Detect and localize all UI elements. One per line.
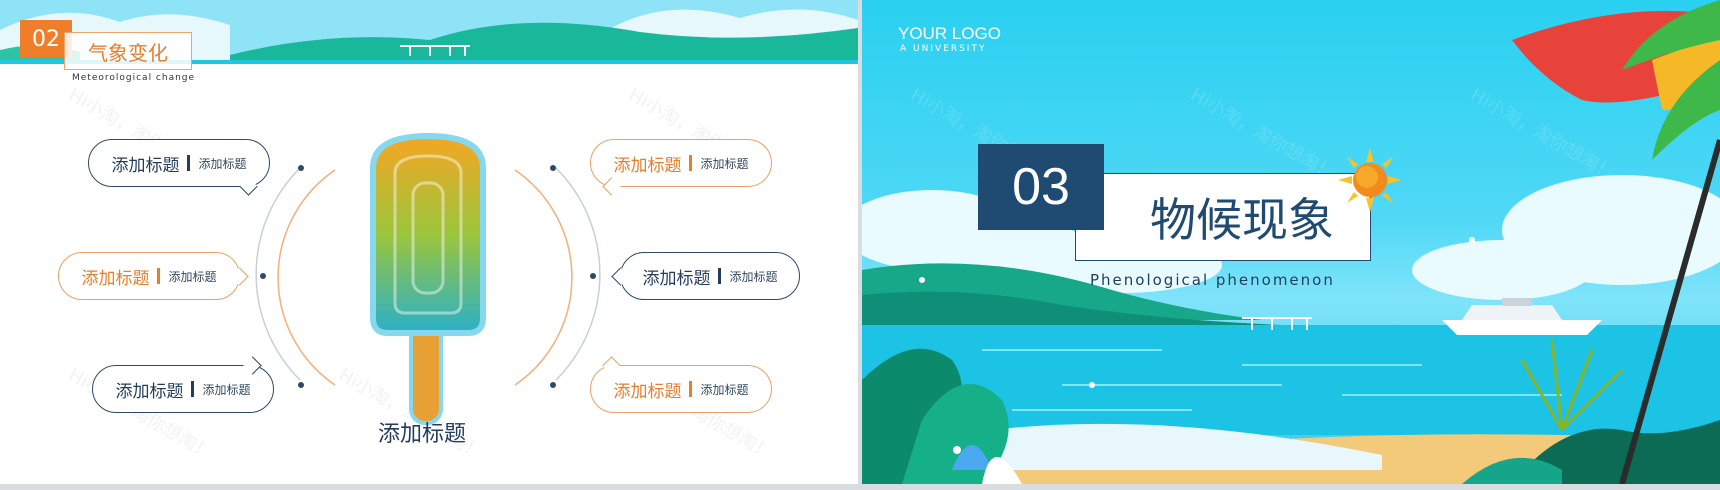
bubble-subtitle: 添加标题 xyxy=(198,156,247,171)
callout-bubble-bottom-left[interactable]: 添加标题 添加标题 xyxy=(92,356,274,413)
slide-02-meteorological-change[interactable]: 02 气象变化 Meteorological change Hi小淘，淘你想淘！… xyxy=(0,0,858,484)
bubble-title: 添加标题 xyxy=(613,155,682,176)
bubble-title: 添加标题 xyxy=(111,155,180,176)
section-number-badge: 03 xyxy=(978,144,1104,230)
bubble-subtitle: 添加标题 xyxy=(700,382,749,397)
center-caption: 添加标题 xyxy=(378,422,467,447)
bubble-divider xyxy=(191,381,195,397)
section-number: 03 xyxy=(1012,158,1070,216)
logo-title: YOUR LOGO xyxy=(898,24,1001,43)
bubble-subtitle: 添加标题 xyxy=(202,382,251,397)
bubble-divider xyxy=(157,268,161,284)
bubble-divider xyxy=(187,155,191,171)
logo-subtitle: A UNIVERSITY xyxy=(900,44,987,54)
arc-dot xyxy=(260,273,266,279)
callout-bubble-mid-left[interactable]: 添加标题 添加标题 xyxy=(58,252,249,300)
bubble-subtitle: 添加标题 xyxy=(700,156,749,171)
section-subtitle: Phenological phenomenon xyxy=(1090,271,1335,289)
sun-icon xyxy=(1338,148,1402,212)
arc-dot xyxy=(550,165,556,171)
bubble-divider xyxy=(689,155,693,171)
bubble-divider xyxy=(718,268,722,284)
bubble-divider xyxy=(689,381,693,397)
bubble-title: 添加标题 xyxy=(613,381,682,402)
arc-dot xyxy=(298,382,304,388)
arc-dot xyxy=(590,273,596,279)
bubble-subtitle: 添加标题 xyxy=(168,269,217,284)
bubble-title: 添加标题 xyxy=(642,268,711,289)
arc-dot xyxy=(298,165,304,171)
callout-bubble-bottom-right[interactable]: 添加标题 添加标题 xyxy=(590,356,772,413)
arc-dot xyxy=(550,382,556,388)
callout-bubble-mid-right[interactable]: 添加标题 添加标题 xyxy=(611,252,800,300)
section-title-box: 物候现象 xyxy=(1075,173,1371,261)
bubble-subtitle: 添加标题 xyxy=(729,269,778,284)
bubble-title: 添加标题 xyxy=(115,381,184,402)
bubble-title: 添加标题 xyxy=(81,268,150,289)
slide-03-phenological-phenomenon[interactable]: Hi小淘，淘你想淘！ Hi小淘，淘你想淘！ Hi小淘，淘你想淘！ YOUR LO… xyxy=(862,0,1720,484)
popsicle-illustration xyxy=(370,132,486,425)
callout-bubble-top-left[interactable]: 添加标题 添加标题 xyxy=(88,139,270,196)
callout-bubble-top-right[interactable]: 添加标题 添加标题 xyxy=(590,139,772,196)
section-title: 物候现象 xyxy=(1150,193,1334,247)
